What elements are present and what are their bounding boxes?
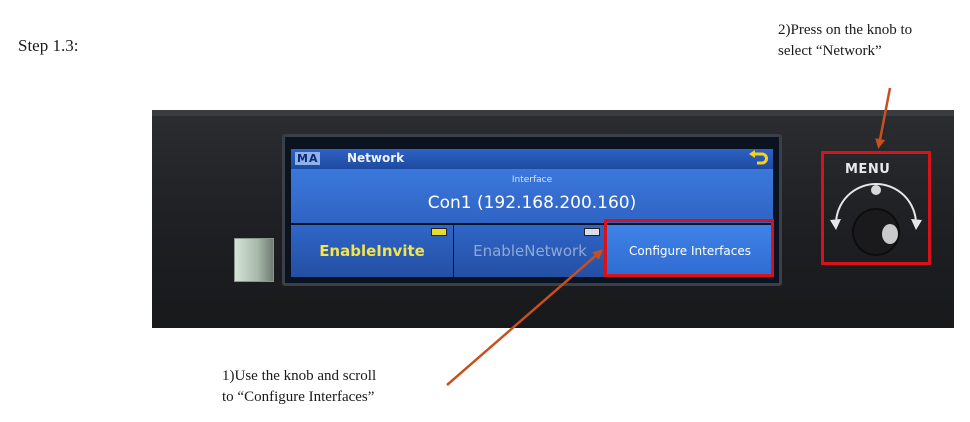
interface-label: Interface	[511, 175, 553, 185]
menu-knob-highlight	[821, 151, 931, 265]
configure-interfaces-highlight	[604, 219, 774, 277]
status-indicator-white	[584, 228, 600, 236]
ma-logo: MA	[295, 152, 321, 165]
enable-invite-label: EnableInvite	[319, 242, 425, 260]
enable-network-button[interactable]: EnableNetwork	[454, 225, 607, 277]
display-title-bar: MA Network	[291, 149, 773, 169]
enable-invite-button[interactable]: EnableInvite	[291, 225, 454, 277]
interface-panel: Interface Con1 (192.168.200.160)	[291, 169, 773, 223]
interface-value: Con1 (192.168.200.160)	[427, 193, 637, 213]
scroll-note-line-1: 1)Use the knob and scroll	[222, 368, 377, 384]
display-title: Network	[347, 151, 405, 165]
press-note-line-2: select “Network”	[778, 43, 882, 59]
status-indicator-yellow	[431, 228, 447, 236]
side-clip	[234, 238, 274, 282]
press-knob-note: 2)Press on the knob to select “Network”	[778, 20, 912, 62]
enable-network-label: EnableNetwork	[473, 242, 587, 260]
scroll-knob-note: 1)Use the knob and scroll to “Configure …	[222, 366, 376, 408]
back-arrow-icon[interactable]	[747, 150, 769, 168]
press-note-line-1: 2)Press on the knob to	[778, 22, 913, 38]
step-label: Step 1.3:	[18, 36, 79, 55]
device-top-edge	[152, 110, 954, 116]
scroll-note-line-2: to “Configure Interfaces”	[222, 389, 375, 405]
